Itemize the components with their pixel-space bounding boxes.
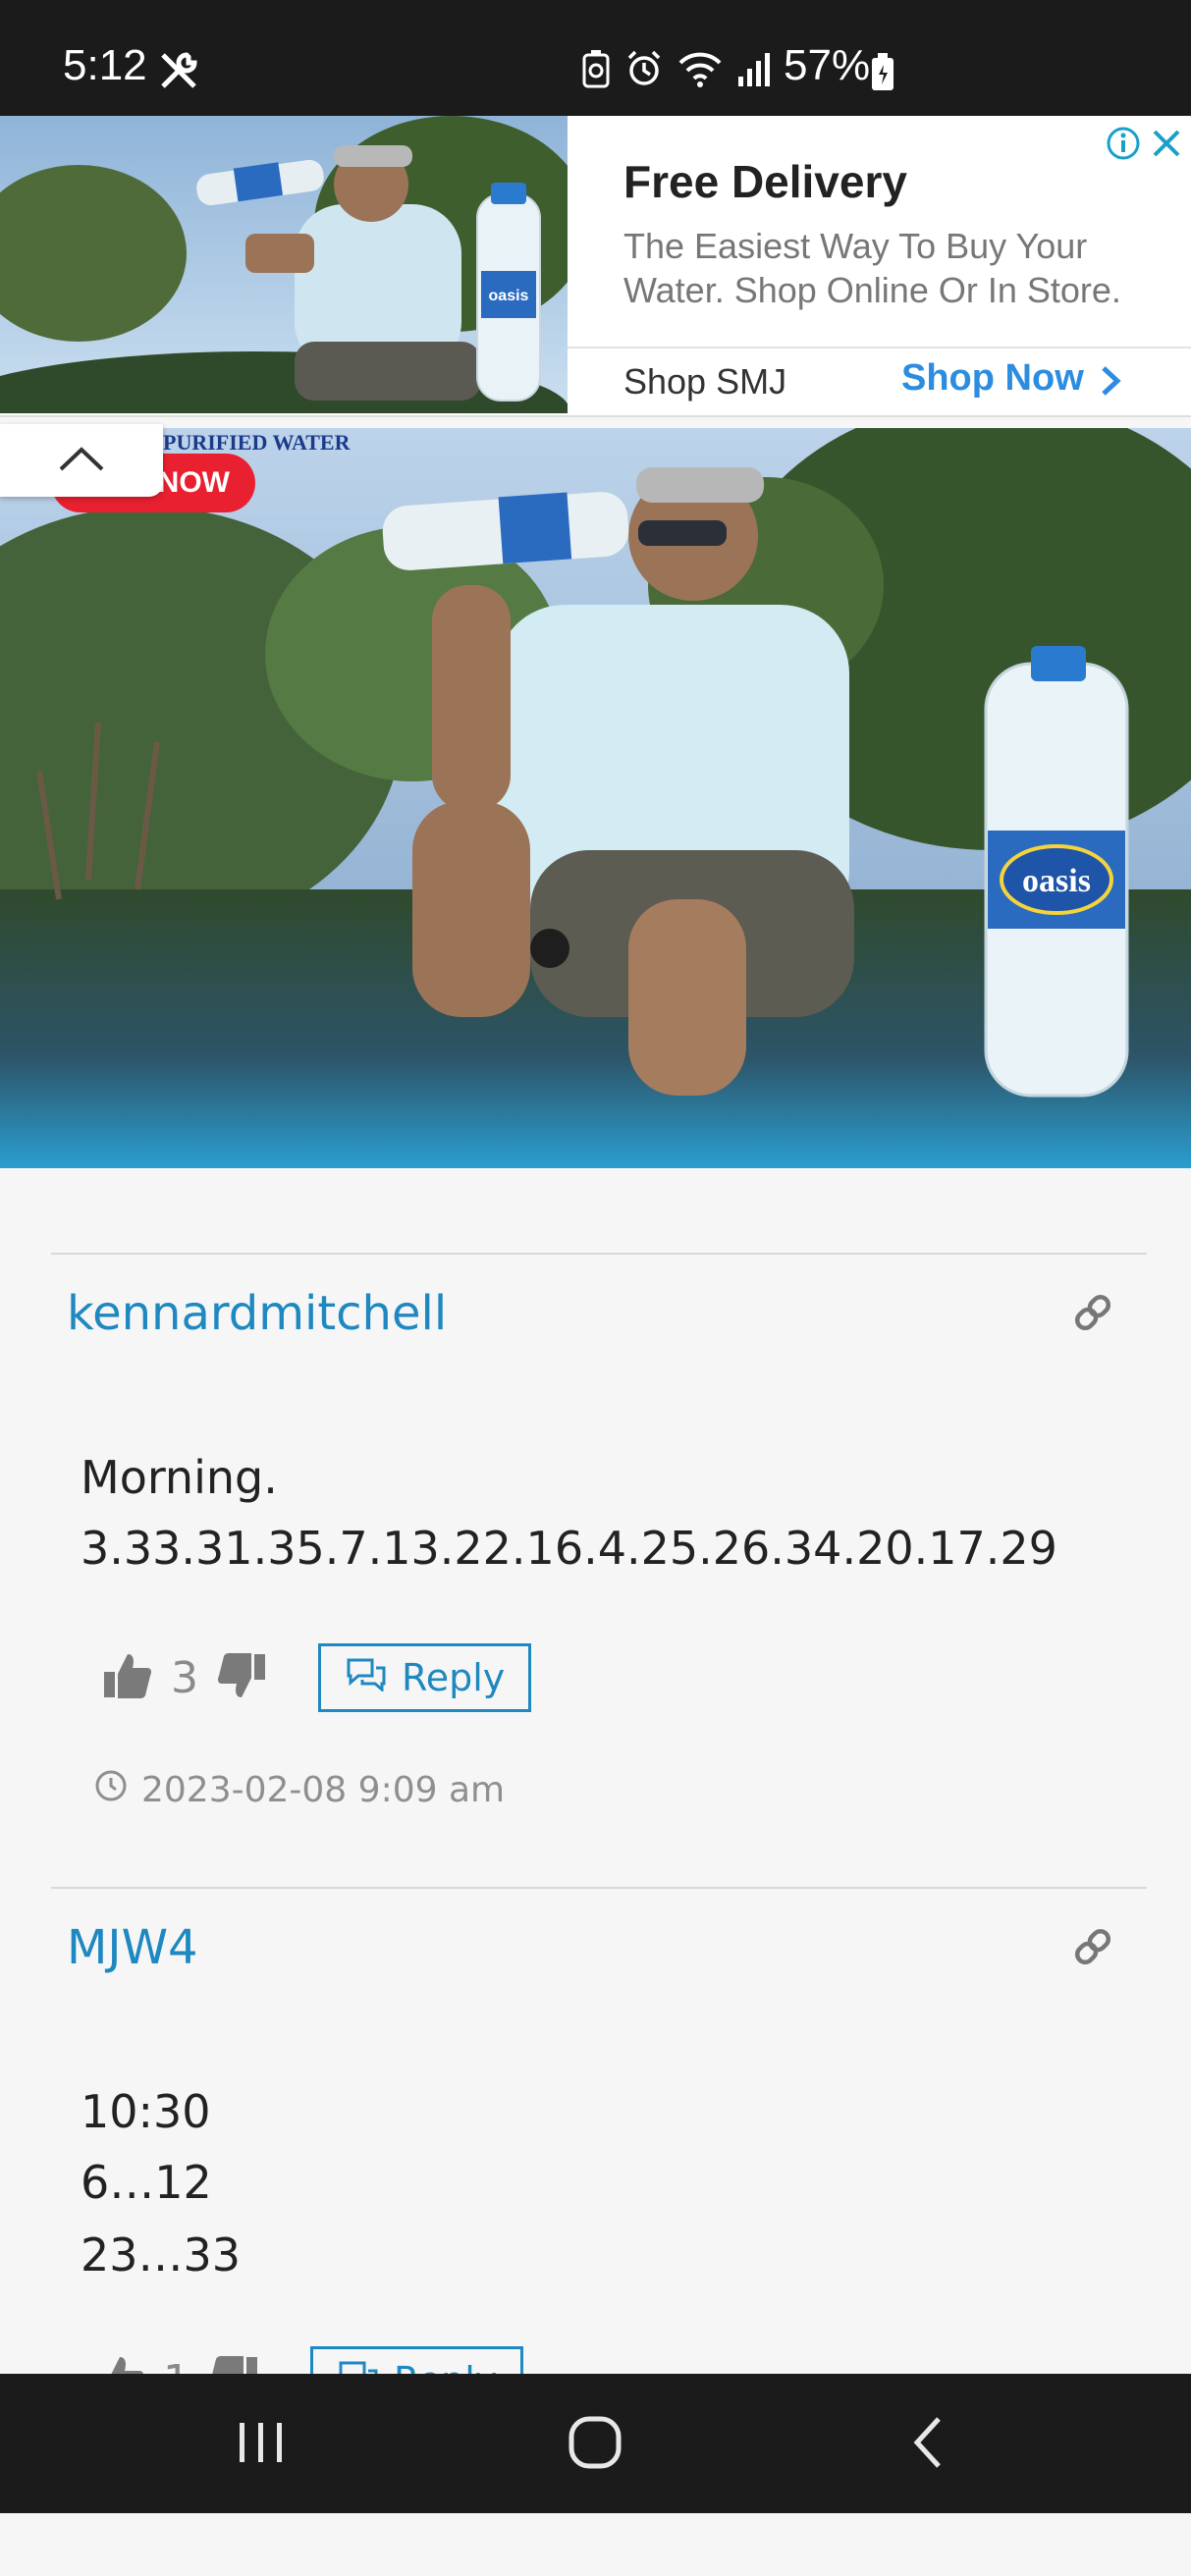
home-icon[interactable] bbox=[566, 2413, 624, 2476]
comment-text-line: 23…33 bbox=[81, 2228, 242, 2281]
thumbs-down-icon[interactable] bbox=[216, 1650, 267, 1705]
collapse-ad-button[interactable] bbox=[0, 424, 163, 497]
hero-image: oasis PURIFIED WATER NOW bbox=[0, 428, 1191, 1168]
ad-divider bbox=[568, 347, 1191, 349]
tools-icon bbox=[157, 49, 200, 96]
signal-icon bbox=[736, 49, 772, 92]
comment-author[interactable]: MJW4 bbox=[67, 1920, 198, 1975]
comment: kennardmitchell Morning. 3.33.31.35.7.13… bbox=[51, 1253, 1147, 1859]
ad-description: The Easiest Way To Buy Your Water. Shop … bbox=[623, 226, 1121, 310]
comment-text-line: 10:30 bbox=[81, 2085, 211, 2138]
recent-apps-icon[interactable] bbox=[232, 2413, 291, 2476]
navigation-bar bbox=[0, 2374, 1191, 2513]
comment-timestamp: 2023-02-08 9:09 am bbox=[94, 1769, 505, 1811]
reply-label[interactable]: Reply bbox=[402, 1656, 505, 1699]
status-bar: 5:12 57% bbox=[0, 0, 1191, 116]
battery-percent: 57% bbox=[784, 41, 871, 89]
alarm-icon bbox=[624, 49, 664, 92]
reply-button[interactable]: Reply bbox=[318, 1643, 532, 1712]
ad-banner[interactable]: oasis Free Delivery The Easiest Way To B… bbox=[0, 116, 1191, 417]
chat-bubbles-icon[interactable] bbox=[345, 1656, 388, 1700]
clock-icon bbox=[94, 1769, 128, 1811]
link-icon[interactable] bbox=[1070, 1290, 1115, 1339]
battery-icon bbox=[870, 53, 895, 96]
ad-bottle-label: oasis bbox=[489, 288, 529, 304]
hero-top-text: PURIFIED WATER bbox=[163, 430, 351, 455]
ad-info-icon[interactable] bbox=[1106, 126, 1141, 165]
comment-author[interactable]: kennardmitchell bbox=[67, 1286, 447, 1341]
shop-now-button[interactable]: Shop Now bbox=[901, 357, 1084, 400]
ad-title[interactable]: Free Delivery bbox=[623, 155, 907, 208]
ad-advertiser: Shop SMJ bbox=[623, 361, 787, 402]
timestamp-text: 2023-02-08 9:09 am bbox=[141, 1770, 506, 1810]
comment-text-line: 3.33.31.35.7.13.22.16.4.25.26.34.20.17.2… bbox=[81, 1522, 1057, 1575]
comment-text-line: 6…12 bbox=[81, 2156, 212, 2209]
vote-count: 3 bbox=[171, 1652, 198, 1703]
hero-bottle-label: oasis bbox=[1022, 863, 1091, 899]
status-time: 5:12 bbox=[63, 41, 147, 89]
back-icon[interactable] bbox=[899, 2413, 958, 2476]
ad-close-icon[interactable] bbox=[1149, 126, 1184, 165]
chevron-up-icon[interactable] bbox=[57, 444, 106, 477]
battery-saver-icon bbox=[581, 49, 611, 92]
ad-image[interactable]: oasis bbox=[0, 116, 568, 413]
comment-text-line: Morning. bbox=[81, 1451, 278, 1504]
thumbs-up-icon[interactable] bbox=[102, 1650, 153, 1705]
chevron-right-icon[interactable] bbox=[1098, 364, 1123, 402]
link-icon[interactable] bbox=[1070, 1924, 1115, 1973]
wifi-icon bbox=[677, 49, 723, 92]
